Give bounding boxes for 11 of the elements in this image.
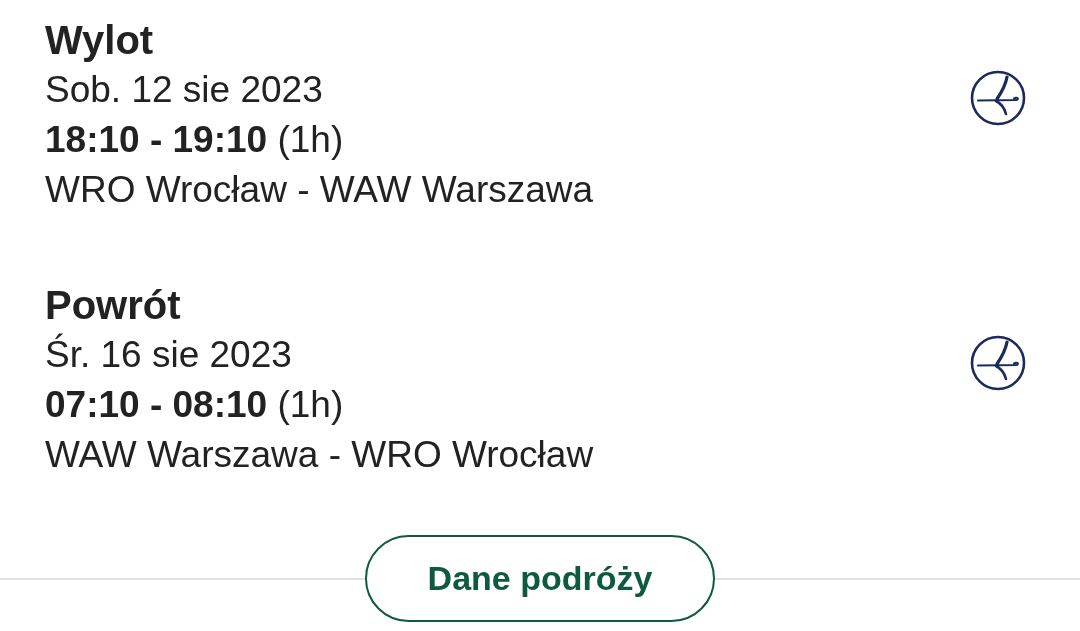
bird-in-circle-icon: [970, 335, 1026, 391]
flight-date: Śr. 16 sie 2023: [45, 332, 293, 377]
flight-route: WAW Warszawa - WRO Wrocław: [45, 433, 594, 477]
flight-time: 18:10 - 19:10 (1h): [45, 118, 345, 162]
flight-route: WRO Wrocław - WAW Warszawa: [45, 168, 594, 212]
bird-in-circle-icon: [970, 70, 1026, 126]
flight-time: 07:10 - 08:10 (1h): [45, 383, 345, 427]
flight-title: Powrót: [45, 282, 182, 329]
flight-title: Wylot: [45, 17, 155, 64]
trip-details-button[interactable]: Dane podróży: [365, 535, 715, 622]
flight-date: Sob. 12 sie 2023: [45, 68, 324, 112]
